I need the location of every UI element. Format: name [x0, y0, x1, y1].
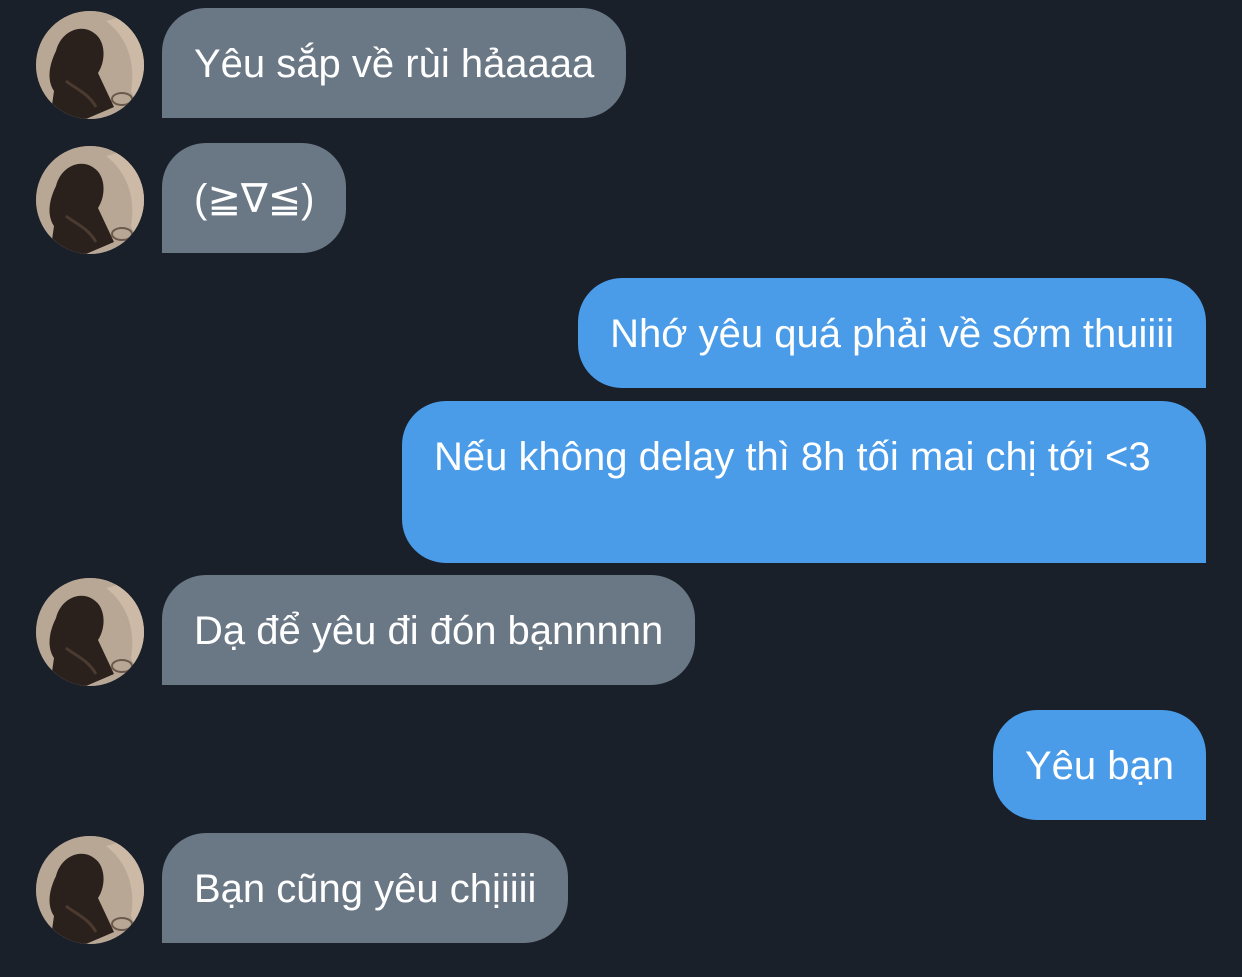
- message-bubble-outgoing[interactable]: Nhớ yêu quá phải về sớm thuiiii: [578, 278, 1206, 388]
- message-bubble-incoming[interactable]: Yêu sắp về rùi hảaaaa: [162, 8, 627, 118]
- message-bubble-incoming[interactable]: (≧∇≦): [162, 143, 347, 253]
- contact-avatar[interactable]: [36, 836, 144, 944]
- avatar-photo-icon: [36, 146, 144, 254]
- message-bubble-incoming[interactable]: Bạn cũng yêu chịiiii: [162, 833, 569, 943]
- message-bubble-outgoing[interactable]: Yêu bạn: [992, 710, 1206, 820]
- message-text: (≧∇≦): [194, 177, 315, 221]
- contact-avatar[interactable]: [36, 578, 144, 686]
- avatar-photo-icon: [36, 836, 144, 944]
- avatar-photo-icon: [36, 578, 144, 686]
- message-text: Nếu không delay thì 8h tối mai chị tới <…: [434, 435, 1151, 479]
- message-bubble-outgoing[interactable]: Nếu không delay thì 8h tối mai chị tới <…: [402, 401, 1206, 563]
- contact-avatar[interactable]: [36, 146, 144, 254]
- message-text: Bạn cũng yêu chịiiii: [194, 867, 537, 911]
- contact-avatar[interactable]: [36, 11, 144, 119]
- message-text: Yêu bạn: [1024, 744, 1174, 788]
- avatar-photo-icon: [36, 11, 144, 119]
- message-text: Dạ để yêu đi đón bạnnnnn: [194, 609, 664, 653]
- message-bubble-incoming[interactable]: Dạ để yêu đi đón bạnnnnn: [162, 575, 696, 685]
- message-text: Nhớ yêu quá phải về sớm thuiiii: [610, 312, 1174, 356]
- message-text: Yêu sắp về rùi hảaaaa: [194, 42, 595, 86]
